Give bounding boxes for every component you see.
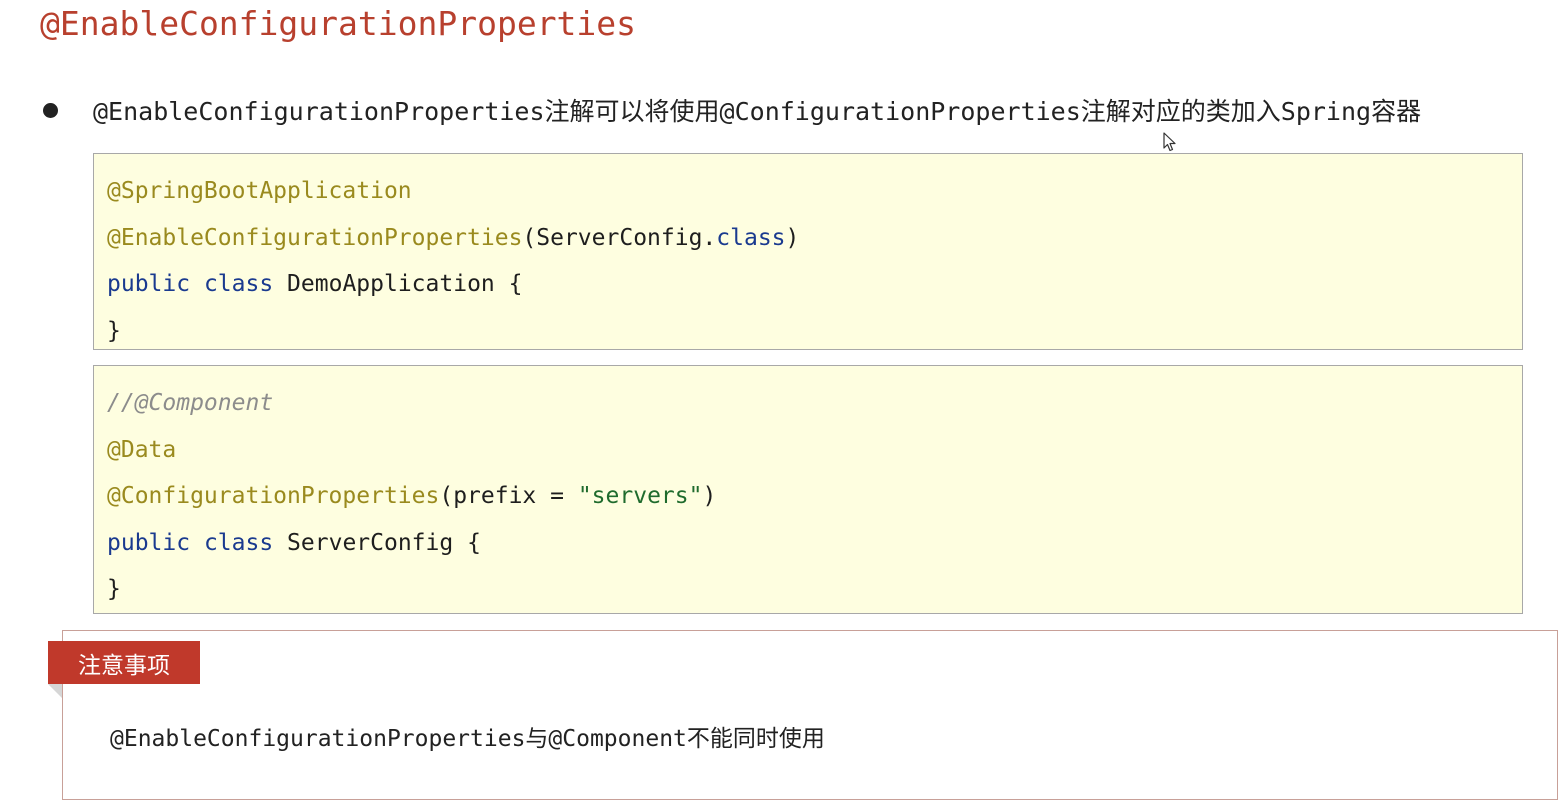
- code-text: ): [785, 224, 800, 251]
- code-text: }: [107, 317, 121, 344]
- code-string: "servers": [577, 483, 703, 509]
- bullet-dot-icon: [43, 102, 58, 118]
- code-line: @SpringBootApplication: [107, 168, 1522, 215]
- note-tag-fold: [48, 684, 62, 698]
- code-text: (prefix =: [439, 483, 578, 509]
- code-text: ServerConfig {: [273, 529, 481, 556]
- code-text: DemoApplication {: [273, 271, 523, 297]
- code-line: @ConfigurationProperties(prefix = "serve…: [107, 473, 1522, 520]
- code-annotation: @Data: [107, 436, 177, 463]
- note-tag: 注意事项: [48, 641, 200, 684]
- code-line: //@Component: [107, 380, 1522, 427]
- code-line: @Data: [107, 427, 1522, 474]
- mouse-pointer-icon: [1163, 132, 1176, 152]
- note-box: [62, 630, 1558, 800]
- code-keyword: class: [203, 529, 274, 556]
- code-keyword: class: [203, 271, 274, 297]
- code-line: }: [107, 308, 1522, 355]
- code-comment: //@Component: [107, 390, 274, 416]
- code-block-server-config: //@Component @Data @ConfigurationPropert…: [93, 365, 1523, 614]
- code-block-application: @SpringBootApplication @EnableConfigurat…: [93, 153, 1523, 350]
- code-keyword: class: [716, 224, 786, 251]
- code-line: public class ServerConfig {: [107, 520, 1522, 567]
- code-annotation: @EnableConfigurationProperties: [107, 224, 523, 251]
- code-line: public class DemoApplication {: [107, 261, 1522, 308]
- code-annotation: @ConfigurationProperties: [107, 483, 440, 509]
- code-text: ): [702, 483, 717, 509]
- note-text: @EnableConfigurationProperties与@Componen…: [110, 726, 825, 752]
- code-text: (ServerConfig.: [522, 224, 717, 251]
- bullet-text: @EnableConfigurationProperties注解可以将使用@Co…: [93, 97, 1422, 126]
- bullet-item: @EnableConfigurationProperties注解可以将使用@Co…: [40, 92, 1421, 128]
- code-keyword: public: [107, 529, 191, 556]
- slide-title: @EnableConfigurationProperties: [40, 4, 637, 43]
- code-text: }: [107, 576, 121, 602]
- code-line: }: [107, 566, 1522, 613]
- code-annotation: @SpringBootApplication: [107, 178, 412, 204]
- code-keyword: public: [107, 271, 191, 297]
- code-line: @EnableConfigurationProperties(ServerCon…: [107, 215, 1522, 262]
